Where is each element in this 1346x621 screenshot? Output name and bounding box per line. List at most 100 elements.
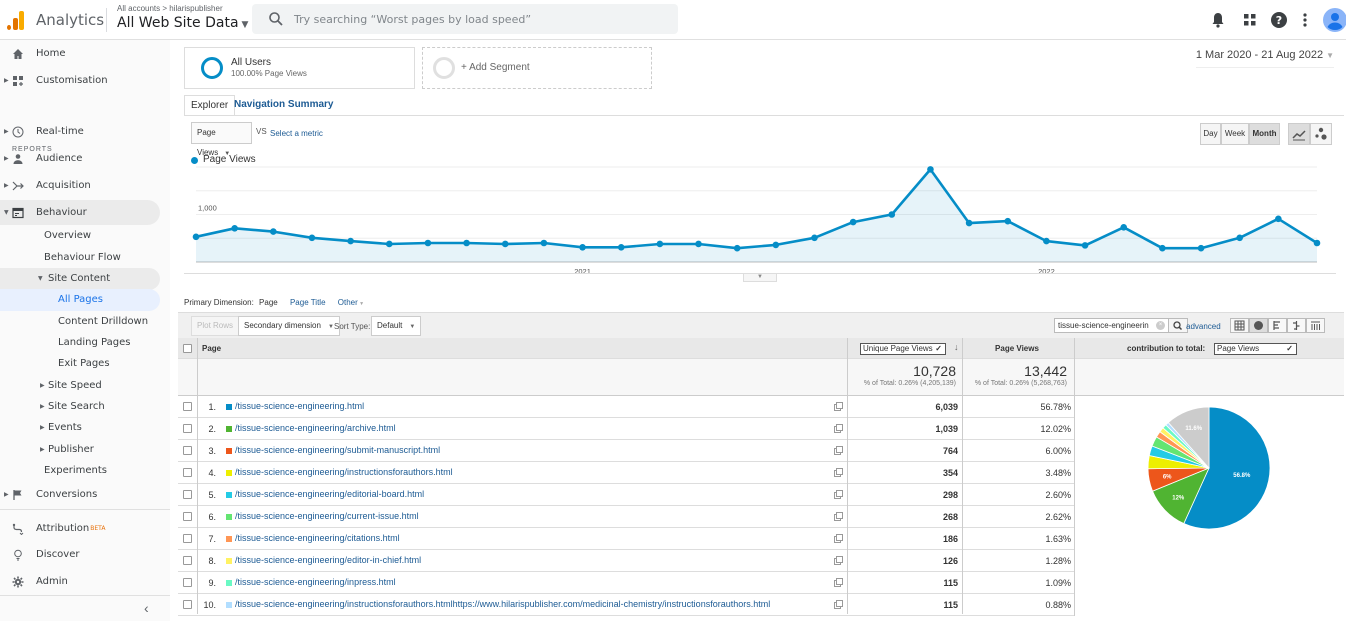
data-point[interactable] (385, 240, 393, 248)
sidebar-item-all-pages[interactable]: All Pages (0, 289, 160, 311)
period-week-button[interactable]: Week (1221, 123, 1249, 145)
data-point[interactable] (811, 234, 818, 242)
select-all-checkbox[interactable] (183, 344, 192, 353)
secondary-dimension-dropdown[interactable]: Secondary dimension ▼ (238, 316, 340, 336)
row-page-link[interactable]: /tissue-science-engineering/editorial-bo… (235, 489, 424, 499)
data-point[interactable] (965, 219, 973, 227)
row-page-link[interactable]: /tissue-science-engineering/editor-in-ch… (235, 555, 421, 565)
sidebar-item-site-search[interactable]: ▶ Site Search (0, 396, 170, 418)
sidebar-item-customisation[interactable]: ▶ Customisation (0, 70, 170, 92)
collapse-sidebar-icon[interactable]: ‹ (144, 600, 149, 616)
view-performance-button[interactable] (1268, 318, 1287, 333)
sidebar-item-experiments[interactable]: Experiments (0, 460, 170, 482)
view-pie-button[interactable] (1249, 318, 1268, 333)
row-page-link[interactable]: /tissue-science-engineering/archive.html (235, 423, 396, 433)
row-checkbox[interactable] (183, 534, 192, 543)
row-page-link[interactable]: /tissue-science-engineering/citations.ht… (235, 533, 400, 543)
row-page-link[interactable]: /tissue-science-engineering/instructions… (235, 467, 453, 477)
row-page-link[interactable]: /tissue-science-engineering.html (235, 401, 364, 411)
open-external-icon[interactable] (834, 600, 843, 609)
data-point[interactable] (579, 243, 586, 251)
sort-type-dropdown[interactable]: Default ▼ (371, 316, 422, 336)
line-chart-toggle[interactable] (1288, 123, 1310, 145)
select-metric-link[interactable]: Select a metric (270, 129, 323, 138)
sidebar-item-admin[interactable]: Admin (0, 571, 170, 593)
data-point[interactable] (1043, 237, 1050, 245)
row-checkbox[interactable] (183, 446, 192, 455)
row-checkbox[interactable] (183, 490, 192, 499)
data-point[interactable] (1120, 224, 1128, 231)
period-day-button[interactable]: Day (1200, 123, 1221, 145)
row-checkbox[interactable] (183, 600, 192, 609)
data-point[interactable] (1004, 217, 1012, 225)
sidebar-item-attribution[interactable]: AttributionBETA (0, 518, 170, 540)
data-point[interactable] (1081, 242, 1089, 249)
col-header-page[interactable]: Page (202, 344, 221, 353)
data-point[interactable] (1159, 244, 1166, 252)
data-point[interactable] (888, 211, 896, 218)
data-point[interactable] (656, 240, 664, 248)
advanced-filter-link[interactable]: advanced (1186, 322, 1221, 331)
row-checkbox[interactable] (183, 468, 192, 477)
apps-grid-icon[interactable] (1240, 10, 1260, 30)
add-segment-button[interactable]: + Add Segment (422, 47, 652, 89)
row-checkbox[interactable] (183, 424, 192, 433)
sidebar-item-home[interactable]: Home (0, 43, 170, 65)
data-point[interactable] (695, 240, 702, 248)
sidebar-item-site-content[interactable]: ▼ Site Content (0, 268, 160, 290)
data-point[interactable] (849, 218, 857, 226)
open-external-icon[interactable] (834, 578, 843, 587)
sidebar-item-exit-pages[interactable]: Exit Pages (0, 353, 170, 375)
data-point[interactable] (270, 228, 277, 235)
sidebar-item-realtime[interactable]: ▶ Real-time (0, 121, 170, 143)
data-point[interactable] (231, 224, 238, 232)
search-bar[interactable]: Try searching “Worst pages by load speed… (252, 4, 678, 34)
sidebar-item-publisher[interactable]: ▶ Publisher (0, 439, 170, 461)
open-external-icon[interactable] (834, 468, 843, 477)
row-checkbox[interactable] (183, 556, 192, 565)
data-point[interactable] (540, 239, 548, 247)
data-point[interactable] (1236, 234, 1243, 242)
open-external-icon[interactable] (834, 402, 843, 411)
motion-chart-toggle[interactable] (1310, 123, 1332, 145)
col-header-page-views[interactable]: Page Views (963, 344, 1071, 353)
row-checkbox[interactable] (183, 512, 192, 521)
dimension-other-link[interactable]: Other ▼ (338, 298, 364, 307)
sidebar-item-audience[interactable]: ▶ Audience (0, 148, 170, 170)
segment-all-users[interactable]: All Users 100.00% Page Views (184, 47, 415, 89)
data-point[interactable] (1197, 244, 1205, 252)
bell-icon[interactable] (1208, 10, 1228, 30)
view-table-button[interactable] (1230, 318, 1249, 333)
sidebar-item-acquisition[interactable]: ▶ Acquisition (0, 175, 170, 197)
sidebar-item-conversions[interactable]: ▶ Conversions (0, 484, 170, 506)
row-page-link[interactable]: /tissue-science-engineering/instructions… (235, 599, 770, 609)
row-checkbox[interactable] (183, 578, 192, 587)
sort-desc-icon[interactable]: ↓ (954, 342, 959, 352)
data-point[interactable] (617, 243, 625, 251)
contribution-selector[interactable]: Page Views ✓ (1214, 343, 1297, 355)
sidebar-item-landing-pages[interactable]: Landing Pages (0, 332, 170, 354)
data-point[interactable] (733, 244, 741, 252)
sidebar-item-overview[interactable]: Overview (0, 225, 170, 247)
open-external-icon[interactable] (834, 446, 843, 455)
date-range-picker[interactable]: 1 Mar 2020 - 21 Aug 2022 ▼ (1195, 49, 1334, 68)
tab-navigation-summary[interactable]: Navigation Summary (228, 95, 339, 116)
data-point[interactable] (424, 239, 432, 247)
row-checkbox[interactable] (183, 402, 192, 411)
data-point[interactable] (501, 240, 509, 248)
row-page-link[interactable]: /tissue-science-engineering/current-issu… (235, 511, 419, 521)
data-point[interactable] (1313, 239, 1321, 247)
row-page-link[interactable]: /tissue-science-engineering/submit-manus… (235, 445, 440, 455)
chart-collapse-handle[interactable]: ▼ (743, 274, 777, 282)
metric1-column-selector[interactable]: Unique Page Views ✓ (860, 343, 946, 355)
help-icon[interactable]: ? (1269, 10, 1289, 30)
data-point[interactable] (463, 239, 470, 247)
sidebar-item-behaviour-flow[interactable]: Behaviour Flow (0, 247, 170, 269)
plot-rows-button[interactable]: Plot Rows (191, 316, 240, 336)
sidebar-item-events[interactable]: ▶ Events (0, 417, 170, 439)
period-month-button[interactable]: Month (1249, 123, 1280, 145)
more-vert-icon[interactable] (1295, 10, 1315, 30)
filter-search-button[interactable] (1168, 318, 1188, 333)
clear-filter-icon[interactable]: × (1156, 321, 1165, 330)
view-comparison-button[interactable] (1287, 318, 1306, 333)
